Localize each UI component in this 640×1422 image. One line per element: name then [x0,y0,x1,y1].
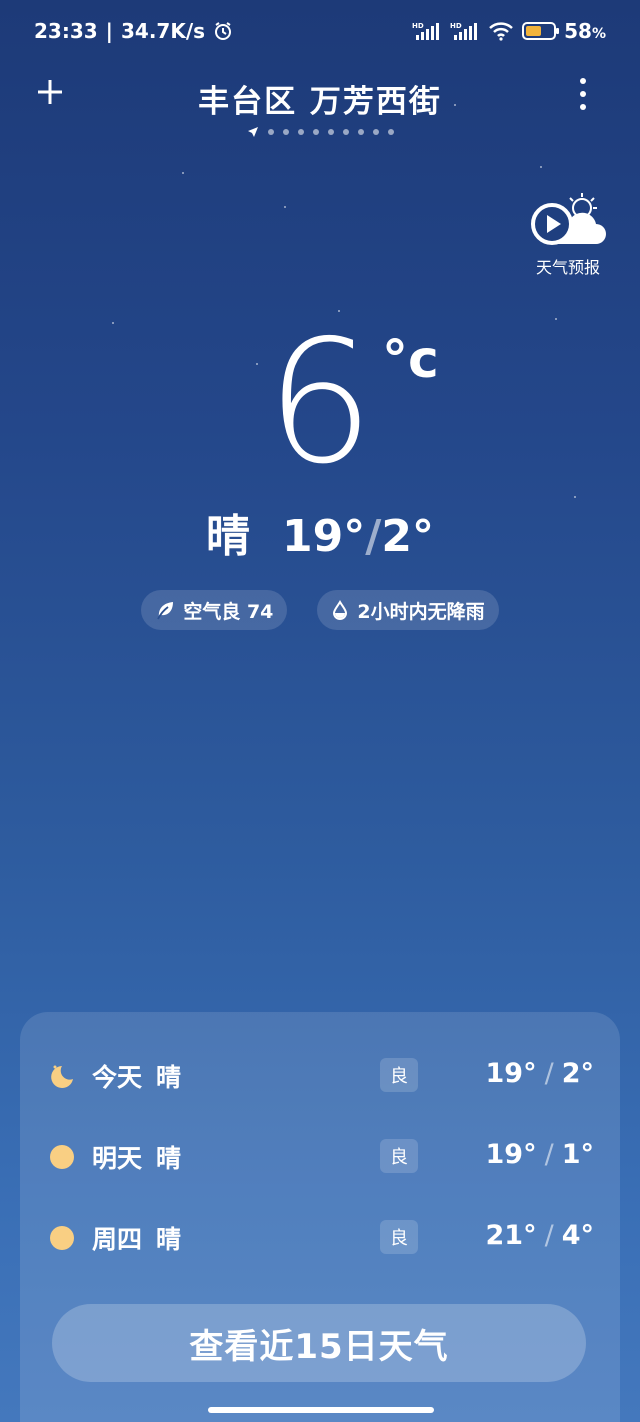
page-indicator[interactable] [0,126,640,138]
temp-separator: / [365,511,382,562]
fifteen-day-forecast-button[interactable]: 查看近15日天气 [52,1304,586,1382]
location-arrow-icon [247,127,258,137]
page-dot [357,129,364,135]
sun-icon [50,1226,74,1250]
status-net-speed: 34.7K/s [120,19,206,43]
droplet-icon [333,600,348,620]
today-low: 2° [381,511,434,562]
air-quality-pill[interactable]: 空气良 74 [141,590,288,630]
day-label: 明天晴 [92,1144,182,1173]
aqi-badge: 良 [380,1058,418,1092]
sun-icon [50,1145,74,1169]
more-vertical-icon [580,78,586,84]
status-separator: | [105,19,113,43]
day-temps: 19°/2° [485,1058,594,1089]
more-options-button[interactable] [568,74,598,114]
home-indicator[interactable] [208,1407,434,1413]
status-time: 23:33 [34,19,98,43]
daily-forecast-card: 今天晴 良 19°/2° 明天晴 良 19°/1° 周四晴 良 21°/4° 查… [20,1012,620,1422]
svg-text:HD: HD [412,22,424,30]
battery-tip [556,28,560,34]
star [284,206,286,208]
location-title[interactable]: 丰台区 万芳西街 [0,76,640,121]
forecast-row-tomorrow[interactable]: 明天晴 良 19°/1° [20,1127,620,1187]
hd-signal-icon: HD [412,21,442,41]
page-dot [387,129,394,135]
temperature-value: 6 [265,304,375,502]
day-label: 周四晴 [92,1225,182,1254]
star [182,172,184,174]
weather-forecast-video-button[interactable]: 天气预报 [530,192,606,277]
forecast-video-label: 天气预报 [535,258,600,277]
temperature-unit: °c [382,330,439,390]
rain-forecast-pill[interactable]: 2小时内无降雨 [317,590,499,630]
battery-fill [526,26,542,36]
battery-icon [522,22,560,40]
status-left: 23:33 | 34.7K/s [34,19,233,43]
page-dot [312,129,319,135]
info-pills: 空气良 74 2小时内无降雨 [0,590,640,630]
current-temperature: 6 [0,318,640,488]
aqi-badge: 良 [380,1220,418,1254]
alarm-icon [213,21,233,41]
header: 丰台区 万芳西街 [0,62,640,142]
forecast-row-today[interactable]: 今天晴 良 19°/2° [20,1046,620,1106]
status-bar: 23:33 | 34.7K/s HD HD 58% [0,0,640,62]
rain-forecast-text: 2小时内无降雨 [357,600,485,623]
today-high: 19° [282,511,366,562]
battery-percent: 58% [564,19,606,43]
aqi-badge: 良 [380,1139,418,1173]
page-dot [342,129,349,135]
svg-text:HD: HD [450,22,462,30]
day-temps: 21°/4° [485,1220,594,1251]
page-dot [372,129,379,135]
page-dot [327,129,334,135]
leaf-icon [157,602,174,620]
star [540,166,542,168]
moon-icon [51,1065,73,1088]
forecast-row-thursday[interactable]: 周四晴 良 21°/4° [20,1208,620,1268]
hd-signal-icon: HD [450,21,480,41]
condition-line: 晴 19°/2° [0,500,640,564]
wifi-icon [488,21,514,41]
day-temps: 19°/1° [485,1139,594,1170]
play-cloud-sun-icon [531,193,606,245]
page-dot [267,129,274,135]
page-dot [297,129,304,135]
day-label: 今天晴 [92,1063,182,1092]
air-quality-text: 空气良 74 [183,600,274,623]
current-condition: 晴 [206,511,251,562]
page-dot [282,129,289,135]
star [574,496,576,498]
status-right: HD HD 58% [412,19,606,43]
